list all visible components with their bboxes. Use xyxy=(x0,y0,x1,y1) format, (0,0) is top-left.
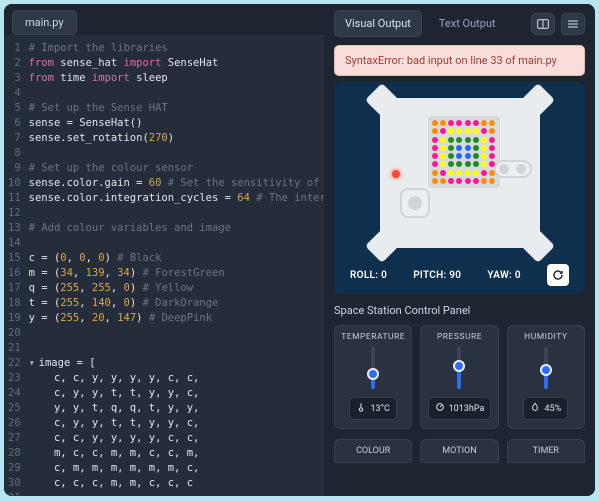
code-editor[interactable]: 1234567891011121314151617181920212223242… xyxy=(4,35,324,496)
output-pane: Visual Output Text Output SyntaxError: b… xyxy=(324,4,595,496)
slider-track[interactable] xyxy=(544,347,548,389)
slider-track[interactable] xyxy=(457,347,461,389)
droplet-icon xyxy=(530,402,540,415)
slider-reading: 13°C xyxy=(349,397,396,420)
layout-list-button[interactable] xyxy=(561,13,585,35)
subtab-colour[interactable]: COLOUR xyxy=(334,439,412,463)
orientation-readout: ROLL: 0 PITCH: 90 YAW: 0 xyxy=(344,258,575,286)
slider-track[interactable] xyxy=(371,347,375,389)
slider-card-pressure: PRESSURE 1013hPa xyxy=(420,325,498,429)
slider-label: PRESSURE xyxy=(437,332,482,342)
file-tab-main[interactable]: main.py xyxy=(12,10,77,35)
layout-split-button[interactable] xyxy=(531,13,555,35)
subtab-timer[interactable]: TIMER xyxy=(507,439,585,463)
editor-pane: main.py 12345678910111213141516171819202… xyxy=(4,4,324,496)
sensor-module-icon xyxy=(494,160,532,178)
thermometer-icon xyxy=(356,402,366,415)
pitch-readout: PITCH: 90 xyxy=(413,270,461,281)
power-led-icon xyxy=(392,170,400,178)
slider-card-humidity: HUMIDITY 45% xyxy=(507,325,585,429)
visual-output: ROLL: 0 PITCH: 90 YAW: 0 xyxy=(334,82,585,294)
error-banner: SyntaxError: bad input on line 33 of mai… xyxy=(334,45,585,76)
fold-toggle-icon[interactable]: ▾ xyxy=(29,356,39,371)
file-tab-bar: main.py xyxy=(4,4,324,35)
tab-text-output[interactable]: Text Output xyxy=(428,10,507,37)
slider-card-temperature: TEMPERATURE 13°C xyxy=(334,325,412,429)
yaw-readout: YAW: 0 xyxy=(487,270,520,281)
subtab-motion[interactable]: MOTION xyxy=(420,439,498,463)
sense-hat-board xyxy=(380,98,540,248)
led-matrix xyxy=(428,116,500,188)
slider-reading: 1013hPa xyxy=(428,397,492,420)
gauge-icon xyxy=(435,402,445,415)
control-panel: Space Station Control Panel TEMPERATURE … xyxy=(334,304,585,429)
slider-label: HUMIDITY xyxy=(524,332,567,342)
slider-label: TEMPERATURE xyxy=(341,332,405,342)
line-gutter: 1234567891011121314151617181920212223242… xyxy=(4,35,27,496)
output-tab-bar: Visual Output Text Output xyxy=(324,4,595,37)
roll-readout: ROLL: 0 xyxy=(350,270,387,281)
joystick[interactable] xyxy=(400,188,430,218)
control-panel-title: Space Station Control Panel xyxy=(334,304,585,317)
tab-visual-output[interactable]: Visual Output xyxy=(334,10,422,37)
control-panel-subtabs: COLOUR MOTION TIMER xyxy=(334,439,585,463)
reset-orientation-button[interactable] xyxy=(547,264,569,286)
code-content: # Import the librariesfrom sense_hat imp… xyxy=(27,35,324,496)
slider-reading: 45% xyxy=(523,397,568,420)
